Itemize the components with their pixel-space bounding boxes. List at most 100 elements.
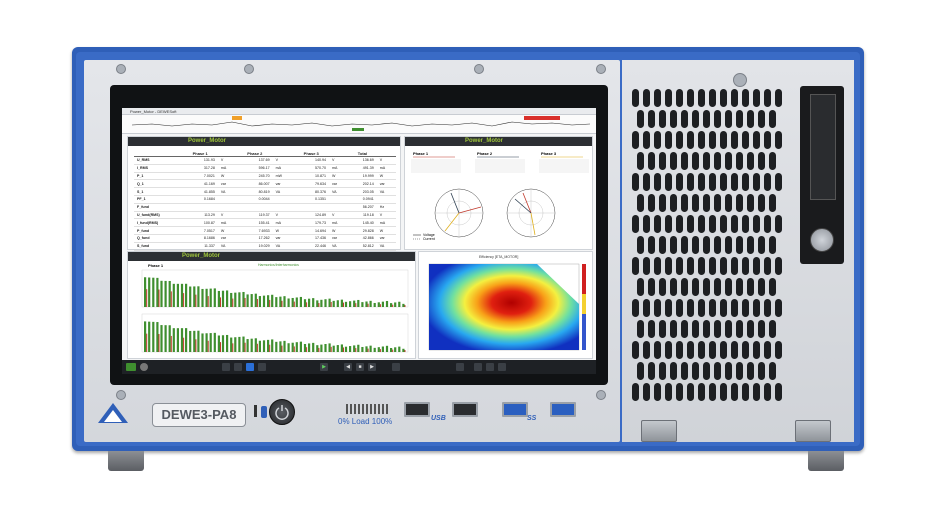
usb3-port-1[interactable] bbox=[502, 402, 528, 417]
harmonic-bar bbox=[344, 301, 348, 307]
harmonic-bar bbox=[320, 344, 323, 352]
table-cell: 113.29 bbox=[182, 211, 218, 220]
harmonic-bar bbox=[209, 333, 212, 352]
legend-current: Current bbox=[423, 237, 435, 241]
table-cell bbox=[328, 195, 349, 204]
vent-slot bbox=[731, 89, 738, 107]
table-cell: 131.93 bbox=[182, 156, 218, 165]
vent-slot bbox=[692, 110, 699, 128]
vent-slot bbox=[725, 110, 732, 128]
vent-slot bbox=[720, 299, 727, 317]
harmonic-bar bbox=[385, 300, 389, 307]
vent-slot bbox=[670, 236, 677, 254]
harmonic-bar bbox=[340, 344, 343, 352]
table-cell: var bbox=[272, 234, 294, 243]
harmonic-bar bbox=[373, 302, 376, 307]
save-icon[interactable] bbox=[456, 363, 464, 371]
usb2-port-2[interactable] bbox=[452, 402, 478, 417]
vent-slot bbox=[709, 299, 716, 317]
harmonic-bar bbox=[152, 321, 155, 352]
measure-button[interactable] bbox=[234, 363, 242, 371]
settings-icon[interactable] bbox=[498, 363, 506, 371]
vent-slot bbox=[637, 236, 644, 254]
setup-button[interactable] bbox=[222, 363, 230, 371]
user-icon[interactable] bbox=[140, 363, 148, 371]
harmonic-bar bbox=[279, 341, 282, 352]
harmonic-bar bbox=[283, 296, 286, 307]
touch-screen[interactable]: Power_Motor - DEWESoft Power_Motor Phase… bbox=[122, 108, 596, 374]
latch-left[interactable] bbox=[641, 420, 677, 442]
table-cell: 8.1686 bbox=[182, 234, 218, 243]
harmonic-bar bbox=[295, 342, 298, 352]
harmonic-bar bbox=[404, 305, 406, 307]
vent-slot bbox=[758, 236, 765, 254]
harmonic-bar bbox=[258, 340, 261, 352]
latch-right[interactable] bbox=[795, 420, 831, 442]
harmonic-bar bbox=[256, 343, 258, 352]
harmonic-bar bbox=[180, 283, 184, 307]
table-cell: 14.694 bbox=[293, 226, 329, 235]
vent-slot bbox=[753, 215, 760, 233]
harmonic-bar bbox=[328, 343, 331, 352]
print-icon[interactable] bbox=[486, 363, 494, 371]
rewind-icon[interactable]: ◀ bbox=[344, 363, 352, 371]
vent-slot bbox=[764, 215, 771, 233]
vent-slot bbox=[731, 383, 738, 401]
table-cell bbox=[376, 195, 396, 204]
vent-slot bbox=[654, 341, 661, 359]
table-row: Q_1 41.169 var 86.007 var 79.634 var 202.14 var bbox=[134, 179, 396, 189]
table-cell: 79.634 bbox=[293, 179, 329, 189]
folder-icon[interactable] bbox=[392, 363, 400, 371]
vent-slot bbox=[736, 320, 743, 338]
vent-slot bbox=[769, 194, 776, 212]
overview-track[interactable] bbox=[122, 115, 596, 134]
vent-slot bbox=[687, 131, 694, 149]
lock-icon[interactable] bbox=[810, 228, 834, 252]
vent-slot bbox=[714, 152, 721, 170]
table-row: U_fund(RMS) 113.29 V 119.37 V 124.89 V 119.18 V bbox=[134, 211, 396, 220]
harmonic-bar bbox=[275, 341, 278, 352]
camera-icon[interactable] bbox=[474, 363, 482, 371]
drive-bay[interactable] bbox=[800, 86, 844, 264]
screen-taskbar: ▶ ◀ ■ ▶ bbox=[122, 360, 596, 374]
harmonic-bar bbox=[379, 304, 381, 307]
stop-icon[interactable]: ■ bbox=[356, 363, 364, 371]
vent-slot bbox=[632, 383, 639, 401]
vent-slot bbox=[747, 110, 754, 128]
usb2-port-1[interactable] bbox=[404, 402, 430, 417]
table-cell: 0.1684 bbox=[182, 195, 218, 204]
table-cell: 124.89 bbox=[293, 211, 329, 220]
harmonic-bar bbox=[209, 288, 212, 307]
vent-slot bbox=[632, 341, 639, 359]
harmonic-bar bbox=[254, 293, 257, 307]
vent-slot bbox=[659, 320, 666, 338]
harmonic-bar bbox=[281, 345, 283, 352]
harmonic-bar bbox=[242, 291, 245, 307]
harmonic-bar bbox=[160, 325, 163, 352]
power-table-panel: Power_Motor Phase 1 Phase 2 Phase 3 Total U… bbox=[127, 136, 401, 251]
power-button[interactable] bbox=[269, 399, 295, 425]
forward-icon[interactable]: ▶ bbox=[368, 363, 376, 371]
table-cell: mA bbox=[376, 218, 396, 228]
table-cell: var bbox=[328, 234, 349, 243]
more-button[interactable] bbox=[258, 363, 266, 371]
vent-slot bbox=[659, 278, 666, 296]
table-cell: W bbox=[376, 226, 396, 235]
table-row: P_fund 7.0517 W 7.6933 W 14.694 W 29.828 W bbox=[134, 226, 396, 235]
harmonic-bar bbox=[213, 288, 216, 307]
vent-slot bbox=[681, 320, 688, 338]
usb3-port-2[interactable] bbox=[550, 402, 576, 417]
table-cell: 596.17 bbox=[237, 164, 273, 173]
vent-slot bbox=[714, 194, 721, 212]
vent-slot bbox=[692, 152, 699, 170]
table-cell: VA bbox=[217, 187, 238, 196]
play-icon[interactable]: ▶ bbox=[320, 363, 328, 371]
table-cell: 179.73 bbox=[293, 218, 329, 228]
screw-icon bbox=[116, 390, 126, 400]
vent-slot bbox=[698, 89, 705, 107]
harmonic-bar bbox=[365, 346, 368, 352]
table-cell: 137.69 bbox=[237, 156, 273, 165]
vent-slot bbox=[643, 89, 650, 107]
analyse-button[interactable] bbox=[246, 363, 254, 371]
vent-slot bbox=[747, 152, 754, 170]
